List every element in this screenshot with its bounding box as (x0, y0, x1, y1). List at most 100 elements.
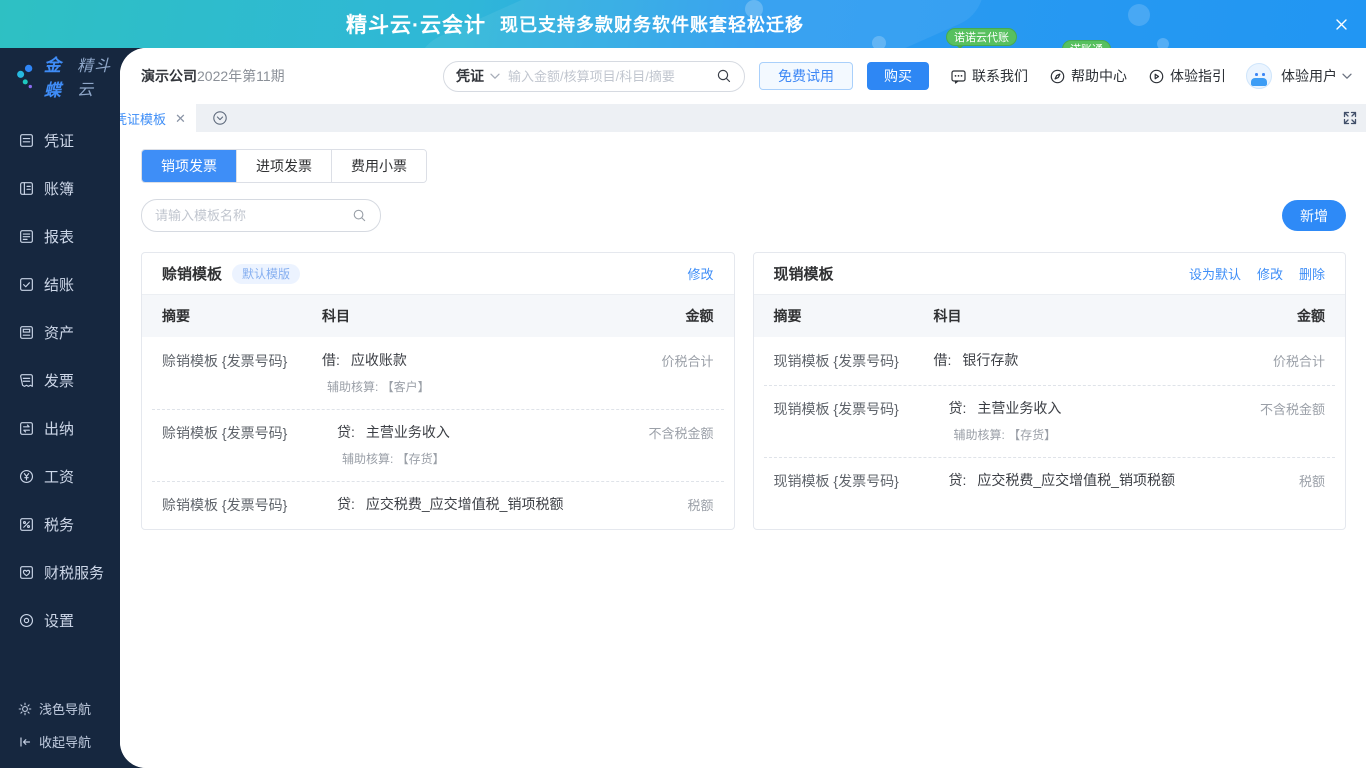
tax-icon (20, 517, 33, 531)
default-template-badge: 默认模版 (232, 263, 301, 284)
sidebar-item-voucher[interactable]: 凭证 (0, 116, 120, 164)
invoice-type-tabs: 销项发票 进项发票 费用小票 (141, 149, 427, 183)
contact-us-button[interactable]: 联系我们 (950, 66, 1028, 86)
entry-direction: 贷: (948, 472, 967, 488)
delete-link[interactable]: 删除 (1299, 264, 1325, 283)
sidebar-item-label: 结账 (44, 276, 75, 294)
entry-aux: 辅助核算: 【存货】 (342, 452, 445, 466)
sidebar-item-ledger[interactable]: 账簿 (0, 164, 120, 212)
asset-icon (20, 325, 33, 339)
sidebar-item-asset[interactable]: 资产 (0, 308, 120, 356)
contact-us-label: 联系我们 (972, 68, 1028, 84)
entry-account: 应交税费_应交增值税_销项税额 (365, 496, 564, 512)
top-bar: 演示公司2022年第11期 凭证 免费试用 购买 联系我们 帮助中心 体验指引 (120, 48, 1366, 104)
sidebar-item-settings[interactable]: 设置 (0, 596, 120, 644)
entry-direction: 借: (322, 352, 340, 368)
company-period-selector[interactable]: 演示公司2022年第11期 (141, 66, 285, 86)
play-circle-icon (1149, 69, 1164, 83)
entry-aux: 辅助核算: 【客户】 (327, 380, 430, 394)
chevron-down-icon[interactable] (490, 73, 500, 80)
col-amount: 金额 (685, 308, 714, 324)
sidebar-item-label: 发票 (44, 372, 75, 390)
sidebar-nav: 凭证 账簿 报表 结账 资产 发票 出纳 工资 税务 财税服务 设置 (0, 104, 120, 644)
guide-label: 体验指引 (1170, 68, 1226, 84)
search-category-dropdown[interactable]: 凭证 (456, 66, 484, 86)
user-menu[interactable]: 体验用户 (1246, 63, 1352, 89)
tab-list-dropdown-icon[interactable] (212, 110, 228, 126)
sidebar-item-invoice[interactable]: 发票 (0, 356, 120, 404)
tab-input-invoice[interactable]: 进项发票 (236, 150, 331, 182)
sidebar-item-closing[interactable]: 结账 (0, 260, 120, 308)
tab-strip: 发票凭证模板 ✕ (120, 104, 1366, 132)
col-summary: 摘要 (162, 308, 190, 324)
row-summary: 赊销模板 {发票号码} (162, 497, 288, 513)
voucher-icon (20, 133, 33, 147)
template-card-credit-sale: 赊销模板 默认模版 修改 摘要 科目 金额 赊销模板 {发票号码} 借: 应收账… (141, 252, 735, 530)
light-nav-toggle[interactable]: 浅色导航 (0, 692, 120, 725)
logo-brand-text: 金蝶 (43, 56, 62, 100)
search-icon[interactable] (716, 68, 732, 84)
fullscreen-toggle-icon[interactable] (1342, 110, 1358, 126)
banner-tag-nuozhangtong: 诺账通 (1062, 40, 1111, 48)
tab-expense-receipt[interactable]: 费用小票 (331, 150, 426, 182)
fiscal-service-icon (20, 565, 33, 579)
promo-banner: 精斗云·云会计 现已支持多款财务软件账套轻松迁移 诺诺云代账 诺账通 (0, 0, 1366, 48)
search-icon[interactable] (352, 208, 367, 223)
table-row: 赊销模板 {发票号码} 借: 应收账款 辅助核算: 【客户】 价税合计 (142, 337, 734, 409)
entry-account: 主营业务收入 (365, 424, 450, 440)
tab-output-invoice[interactable]: 销项发票 (142, 150, 236, 182)
chat-bubble-icon (951, 69, 966, 84)
company-name: 演示公司 (141, 68, 197, 84)
free-trial-button[interactable]: 免费试用 (759, 62, 853, 90)
global-search-input[interactable] (508, 68, 716, 84)
row-amount: 税额 (687, 498, 714, 513)
row-amount: 价税合计 (661, 354, 714, 369)
row-summary: 现销模板 {发票号码} (773, 353, 899, 369)
settings-icon (19, 613, 34, 627)
help-center-button[interactable]: 帮助中心 (1049, 66, 1127, 86)
row-amount: 税额 (1298, 474, 1325, 489)
banner-title: 精斗云·云会计 (346, 14, 486, 37)
sidebar-item-fiscal-service[interactable]: 财税服务 (0, 548, 120, 596)
row-amount: 价税合计 (1272, 354, 1325, 369)
table-header: 摘要 科目 金额 (142, 295, 734, 337)
sidebar-item-label: 报表 (44, 228, 75, 246)
user-name: 体验用户 (1281, 68, 1337, 84)
sidebar-item-salary[interactable]: 工资 (0, 452, 120, 500)
tab-close-icon[interactable]: ✕ (175, 112, 186, 125)
edit-link[interactable]: 修改 (1257, 264, 1283, 283)
set-default-link[interactable]: 设为默认 (1189, 264, 1241, 283)
closing-icon (20, 277, 33, 291)
sidebar-item-cashier[interactable]: 出纳 (0, 404, 120, 452)
sidebar-item-label: 资产 (44, 324, 75, 342)
row-summary: 赊销模板 {发票号码} (162, 353, 288, 369)
ledger-icon (20, 181, 33, 195)
period-label: 2022年第11期 (197, 68, 285, 84)
row-summary: 现销模板 {发票号码} (773, 473, 899, 489)
add-template-button[interactable]: 新增 (1282, 200, 1346, 231)
entry-direction: 借: (933, 352, 952, 368)
sidebar-item-label: 财税服务 (44, 564, 105, 582)
tab-invoice-voucher-template[interactable]: 发票凭证模板 ✕ (120, 104, 196, 132)
banner-tag-nuonuo: 诺诺云代账 (946, 28, 1017, 48)
sun-icon (18, 702, 32, 715)
collapse-nav-toggle[interactable]: 收起导航 (0, 725, 120, 758)
sidebar-item-label: 账簿 (44, 180, 75, 198)
sidebar-item-report[interactable]: 报表 (0, 212, 120, 260)
sidebar-item-label: 出纳 (44, 420, 75, 438)
compass-icon (1050, 69, 1065, 83)
entry-account: 银行存款 (962, 352, 1019, 368)
invoice-icon (20, 373, 33, 387)
edit-link[interactable]: 修改 (687, 264, 713, 283)
template-search-input[interactable] (155, 208, 352, 223)
banner-close-icon[interactable] (1330, 13, 1352, 35)
buy-button[interactable]: 购买 (867, 62, 929, 90)
template-page: 销项发票 进项发票 费用小票 新增 赊销模板 默认模版 (120, 132, 1366, 768)
guide-button[interactable]: 体验指引 (1148, 66, 1226, 86)
template-search (141, 199, 381, 232)
global-search: 凭证 (443, 60, 745, 92)
table-row: 现销模板 {发票号码} 贷: 主营业务收入 辅助核算: 【存货】 不含税金额 (754, 385, 1346, 457)
logo-product-text: 精斗云 (77, 58, 112, 99)
sidebar-item-tax[interactable]: 税务 (0, 500, 120, 548)
collapse-nav-label: 收起导航 (39, 735, 92, 750)
